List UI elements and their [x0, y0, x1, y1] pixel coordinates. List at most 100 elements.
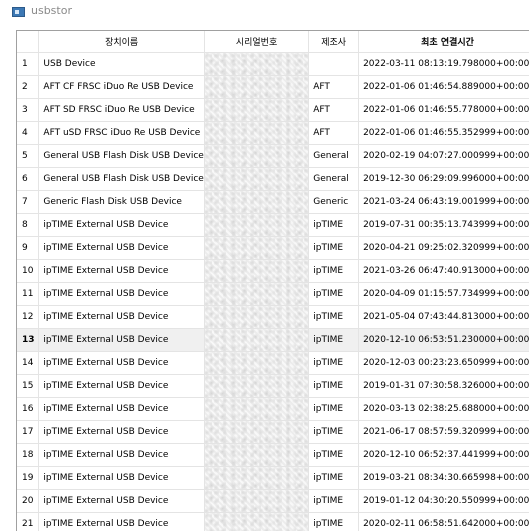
manufacturer-cell[interactable]: ipTIME	[309, 329, 359, 352]
device-name-cell[interactable]: ipTIME External USB Device	[39, 513, 204, 531]
manufacturer-cell[interactable]: ipTIME	[309, 513, 359, 531]
first-connected-cell[interactable]: 2020-04-09 01:15:57.734999+00:00	[359, 283, 529, 306]
first-connected-cell[interactable]: 2021-03-24 06:43:19.001999+00:00	[359, 191, 529, 214]
device-name-cell[interactable]: ipTIME External USB Device	[39, 467, 204, 490]
first-connected-cell[interactable]: 2020-02-19 04:07:27.000999+00:00	[359, 145, 529, 168]
row-index[interactable]: 13	[17, 329, 39, 352]
row-index[interactable]: 7	[17, 191, 39, 214]
table-row[interactable]: 8ipTIME External USB Device ipTIME2019-07…	[17, 214, 529, 237]
manufacturer-cell[interactable]: AFT	[309, 122, 359, 145]
device-name-cell[interactable]: ipTIME External USB Device	[39, 329, 204, 352]
first-connected-cell[interactable]: 2019-01-31 07:30:58.326000+00:00	[359, 375, 529, 398]
row-index[interactable]: 10	[17, 260, 39, 283]
first-connected-cell[interactable]: 2020-12-10 06:52:37.441999+00:00	[359, 444, 529, 467]
device-name-cell[interactable]: ipTIME External USB Device	[39, 214, 204, 237]
device-name-cell[interactable]: General USB Flash Disk USB Device	[39, 145, 204, 168]
row-index[interactable]: 12	[17, 306, 39, 329]
device-name-cell[interactable]: ipTIME External USB Device	[39, 260, 204, 283]
table-row[interactable]: 11ipTIME External USB DeviceipTIME2020-0…	[17, 283, 529, 306]
manufacturer-cell[interactable]: General	[309, 145, 359, 168]
manufacturer-cell[interactable]: ipTIME	[309, 421, 359, 444]
table-row[interactable]: 21ipTIME External USB DeviceipTIME2020-0…	[17, 513, 529, 531]
manufacturer-cell[interactable]: ipTIME	[309, 375, 359, 398]
row-index[interactable]: 6	[17, 168, 39, 191]
table-row[interactable]: 9ipTIME External USB DeviceipTIME2020-04…	[17, 237, 529, 260]
row-index[interactable]: 5	[17, 145, 39, 168]
usb-storage-table[interactable]: 장치이름 시리얼번호 제조사 최초 연결시간 1USB Device2022-0…	[16, 30, 529, 531]
first-connected-cell[interactable]: 2020-03-13 02:38:25.688000+00:00	[359, 398, 529, 421]
device-name-cell[interactable]: ipTIME External USB Device	[39, 283, 204, 306]
row-index[interactable]: 8	[17, 214, 39, 237]
serial-number-cell[interactable]	[204, 237, 308, 260]
device-name-cell[interactable]: USB Device	[39, 53, 204, 76]
serial-number-cell[interactable]	[204, 352, 308, 375]
row-index[interactable]: 9	[17, 237, 39, 260]
serial-number-cell[interactable]	[204, 214, 308, 237]
column-header-device-name[interactable]: 장치이름	[39, 31, 204, 53]
first-connected-cell[interactable]: 2022-01-06 01:46:54.889000+00:00	[359, 76, 529, 99]
manufacturer-cell[interactable]: General	[309, 168, 359, 191]
manufacturer-cell[interactable]: ipTIME	[309, 398, 359, 421]
serial-number-cell[interactable]	[204, 99, 308, 122]
first-connected-cell[interactable]: 2019-12-30 06:29:09.996000+00:00	[359, 168, 529, 191]
table-row[interactable]: 16ipTIME External USB DeviceipTIME2020-0…	[17, 398, 529, 421]
manufacturer-cell[interactable]: Generic	[309, 191, 359, 214]
serial-number-cell[interactable]	[204, 122, 308, 145]
table-row[interactable]: 5General USB Flash Disk USB Device Genera…	[17, 145, 529, 168]
table-row[interactable]: 20ipTIME External USB Device ipTIME2019-0…	[17, 490, 529, 513]
first-connected-cell[interactable]: 2020-04-21 09:25:02.320999+00:00	[359, 237, 529, 260]
first-connected-cell[interactable]: 2020-12-10 06:53:51.230000+00:00	[359, 329, 529, 352]
first-connected-cell[interactable]: 2021-05-04 07:43:44.813000+00:00	[359, 306, 529, 329]
manufacturer-cell[interactable]: ipTIME	[309, 490, 359, 513]
device-name-cell[interactable]: ipTIME External USB Device	[39, 490, 204, 513]
serial-number-cell[interactable]	[204, 168, 308, 191]
serial-number-cell[interactable]	[204, 191, 308, 214]
serial-number-cell[interactable]	[204, 444, 308, 467]
table-row[interactable]: 15ipTIME External USB DeviceipTIME2019-0…	[17, 375, 529, 398]
table-row[interactable]: 3AFT SD FRSC iDuo Re USB DeviceAFT2022-0…	[17, 99, 529, 122]
manufacturer-cell[interactable]: ipTIME	[309, 444, 359, 467]
row-index[interactable]: 4	[17, 122, 39, 145]
table-row[interactable]: 14ipTIME External USB DeviceipTIME2020-1…	[17, 352, 529, 375]
table-row[interactable]: 6General USB Flash Disk USB Device Genera…	[17, 168, 529, 191]
device-name-cell[interactable]: General USB Flash Disk USB Device	[39, 168, 204, 191]
row-index[interactable]: 21	[17, 513, 39, 531]
device-name-cell[interactable]: ipTIME External USB Device	[39, 421, 204, 444]
first-connected-cell[interactable]: 2019-07-31 00:35:13.743999+00:00	[359, 214, 529, 237]
serial-number-cell[interactable]	[204, 398, 308, 421]
row-index[interactable]: 3	[17, 99, 39, 122]
manufacturer-cell[interactable]: ipTIME	[309, 352, 359, 375]
device-name-cell[interactable]: AFT SD FRSC iDuo Re USB Device	[39, 99, 204, 122]
column-header-serial-number[interactable]: 시리얼번호	[204, 31, 308, 53]
row-index[interactable]: 20	[17, 490, 39, 513]
manufacturer-cell[interactable]: ipTIME	[309, 214, 359, 237]
serial-number-cell[interactable]	[204, 329, 308, 352]
table-row[interactable]: 18ipTIME External USB DeviceipTIME2020-1…	[17, 444, 529, 467]
table-row[interactable]: 13ipTIME External USB Device ipTIME2020-1…	[17, 329, 529, 352]
table-row[interactable]: 4AFT uSD FRSC iDuo Re USB DeviceAFT2022-…	[17, 122, 529, 145]
row-index[interactable]: 19	[17, 467, 39, 490]
device-name-cell[interactable]: ipTIME External USB Device	[39, 398, 204, 421]
serial-number-cell[interactable]	[204, 53, 308, 76]
row-index[interactable]: 1	[17, 53, 39, 76]
manufacturer-cell[interactable]: AFT	[309, 76, 359, 99]
device-name-cell[interactable]: Generic Flash Disk USB Device	[39, 191, 204, 214]
column-header-manufacturer[interactable]: 제조사	[309, 31, 359, 53]
table-row[interactable]: 10ipTIME External USB DeviceipTIME2021-0…	[17, 260, 529, 283]
manufacturer-cell[interactable]: ipTIME	[309, 283, 359, 306]
manufacturer-cell[interactable]: ipTIME	[309, 260, 359, 283]
device-name-cell[interactable]: ipTIME External USB Device	[39, 306, 204, 329]
first-connected-cell[interactable]: 2022-03-11 08:13:19.798000+00:00	[359, 53, 529, 76]
first-connected-cell[interactable]: 2019-01-12 04:30:20.550999+00:00	[359, 490, 529, 513]
first-connected-cell[interactable]: 2020-12-03 00:23:23.650999+00:00	[359, 352, 529, 375]
row-index[interactable]: 2	[17, 76, 39, 99]
table-row[interactable]: 19ipTIME External USB DeviceipTIME2019-0…	[17, 467, 529, 490]
serial-number-cell[interactable]	[204, 421, 308, 444]
row-index[interactable]: 17	[17, 421, 39, 444]
row-index[interactable]: 15	[17, 375, 39, 398]
manufacturer-cell[interactable]: ipTIME	[309, 467, 359, 490]
device-name-cell[interactable]: ipTIME External USB Device	[39, 352, 204, 375]
manufacturer-cell[interactable]: ipTIME	[309, 237, 359, 260]
manufacturer-cell[interactable]	[309, 53, 359, 76]
device-name-cell[interactable]: AFT CF FRSC iDuo Re USB Device	[39, 76, 204, 99]
